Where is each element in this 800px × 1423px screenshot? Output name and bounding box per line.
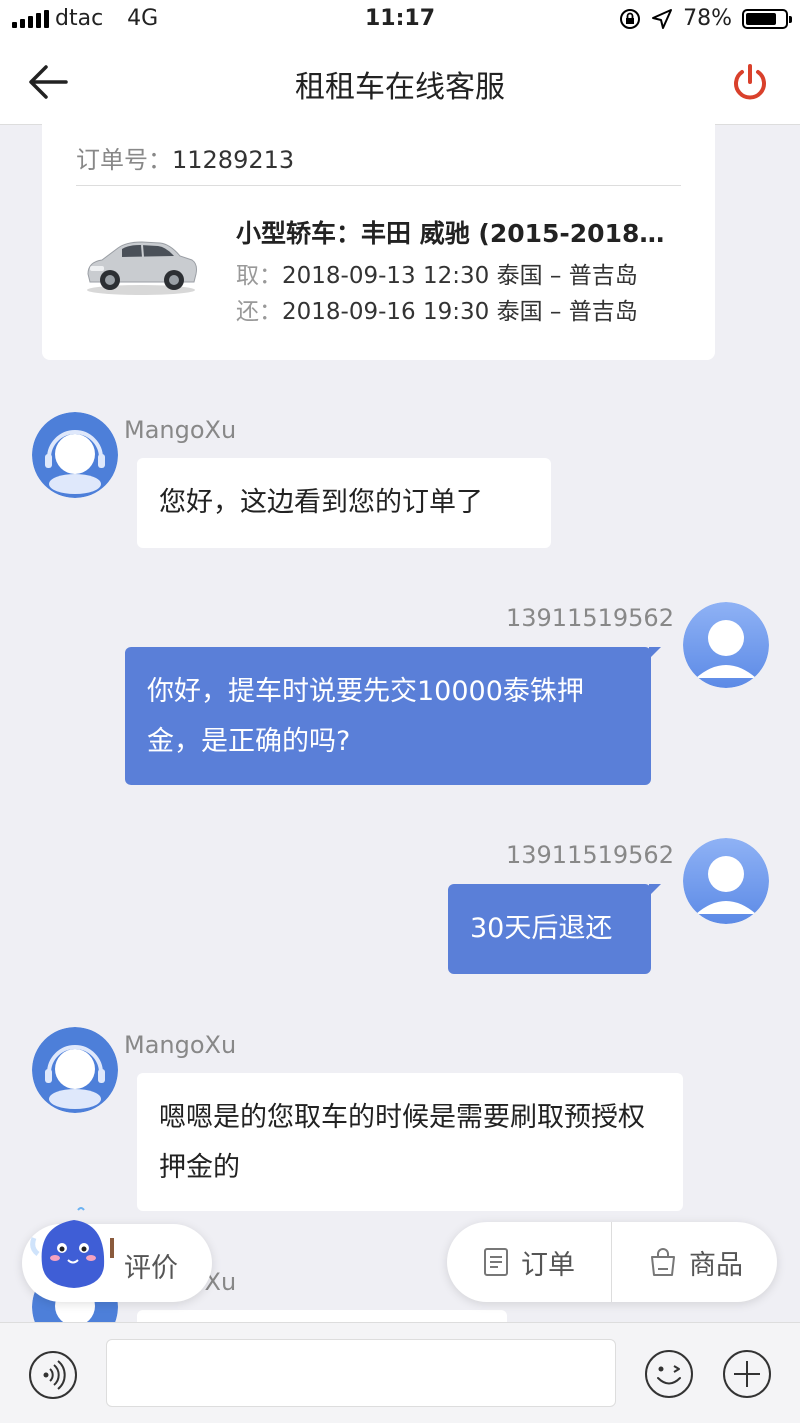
- rate-label: 评价: [124, 1253, 178, 1284]
- navigation-bar: 租租车在线客服: [0, 40, 800, 125]
- goods-button-label: 商品: [689, 1249, 743, 1281]
- status-icons: 78%: [619, 6, 792, 31]
- pickup-value: 2018-09-13 12:30 泰国 – 普吉岛: [282, 263, 638, 289]
- emoji-icon[interactable]: [644, 1349, 694, 1399]
- plus-icon[interactable]: [722, 1349, 772, 1399]
- page-title: 租租车在线客服: [295, 70, 505, 105]
- message-input[interactable]: [106, 1339, 616, 1407]
- location-arrow-icon: [652, 8, 673, 29]
- order-card[interactable]: 订单号：11289213 小型轿车：丰田 威驰 (2015-2018… 取：20…: [42, 124, 715, 360]
- message-bubble[interactable]: 嗯嗯是的您取车的时候是需要刷取预授权押金的: [137, 1073, 683, 1211]
- sender-name: 13911519562: [506, 604, 674, 632]
- goods-button[interactable]: 商品: [649, 1222, 743, 1302]
- agent-avatar[interactable]: [32, 412, 118, 498]
- order-button-label: 订单: [521, 1249, 575, 1281]
- message-bubble[interactable]: 您好，这边看到您的订单了: [137, 458, 551, 548]
- order-button[interactable]: 订单: [483, 1222, 575, 1302]
- sender-name: MangoXu: [124, 1031, 237, 1059]
- pickup-label: 取：: [236, 263, 282, 289]
- return-info: 还：2018-09-16 19:30 泰国 – 普吉岛: [236, 292, 638, 326]
- car-image: [87, 241, 197, 295]
- divider: [611, 1222, 612, 1302]
- agent-avatar[interactable]: [32, 1027, 118, 1113]
- battery-icon: [742, 8, 792, 29]
- voice-icon[interactable]: [28, 1350, 78, 1400]
- battery-percent: 78%: [683, 6, 732, 31]
- power-icon[interactable]: [730, 62, 770, 102]
- message-bubble[interactable]: 30天后退还: [448, 884, 661, 974]
- car-name: 小型轿车：丰田 威驰 (2015-2018…: [236, 219, 665, 248]
- message-bubble[interactable]: 你好，提车时说要先交10000泰铢押金，是正确的吗?: [125, 647, 661, 785]
- divider: [76, 185, 681, 186]
- status-bar: dtac 4G 11:17 78%: [0, 0, 800, 40]
- mascot-icon: [30, 1207, 114, 1288]
- return-value: 2018-09-16 19:30 泰国 – 普吉岛: [282, 299, 638, 325]
- order-number: 订单号：11289213: [76, 140, 294, 175]
- sender-name: MangoXu: [124, 416, 237, 444]
- return-label: 还：: [236, 299, 282, 325]
- user-avatar[interactable]: [683, 602, 769, 688]
- sender-name: 13911519562: [506, 841, 674, 869]
- pickup-info: 取：2018-09-13 12:30 泰国 – 普吉岛: [236, 256, 638, 290]
- user-avatar[interactable]: [683, 838, 769, 924]
- battery-level: [746, 12, 776, 25]
- rotation-lock-icon: [620, 8, 641, 29]
- order-number-label: 订单号：: [76, 146, 172, 174]
- document-icon: [484, 1248, 508, 1276]
- quick-actions: 订单 商品: [447, 1222, 777, 1302]
- shopping-bag-icon: [651, 1248, 675, 1276]
- input-bar: [0, 1322, 800, 1423]
- order-number-value: 11289213: [172, 146, 295, 174]
